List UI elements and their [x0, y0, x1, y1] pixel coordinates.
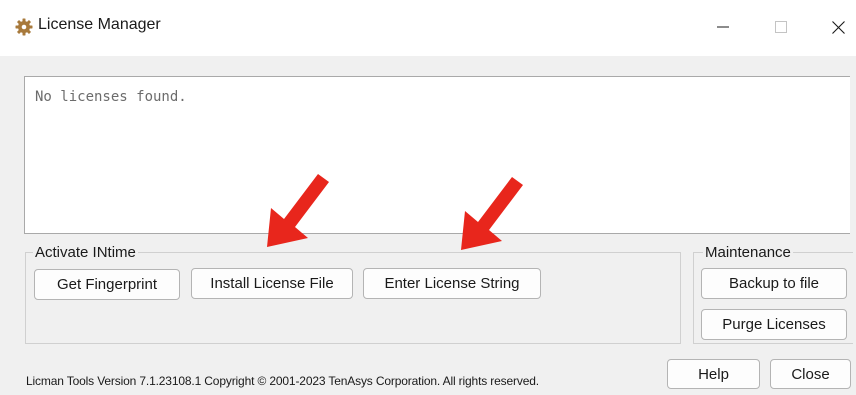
close-window-button[interactable]: [815, 10, 856, 44]
gear-icon: [15, 18, 33, 36]
annotation-arrow-icon: [262, 169, 332, 254]
help-button[interactable]: Help: [667, 359, 760, 389]
close-button[interactable]: Close: [770, 359, 851, 389]
close-icon: [831, 20, 845, 34]
license-list[interactable]: No licenses found.: [24, 76, 850, 234]
title-bar[interactable]: License Manager: [0, 0, 856, 56]
maximize-icon: [775, 21, 787, 33]
version-copyright-text: Licman Tools Version 7.1.23108.1 Copyrig…: [26, 374, 539, 388]
license-list-text: No licenses found.: [35, 89, 187, 105]
enter-license-string-button[interactable]: Enter License String: [363, 268, 541, 299]
backup-to-file-button[interactable]: Backup to file: [701, 268, 847, 299]
window-title: License Manager: [38, 16, 161, 33]
annotation-arrow-icon: [456, 172, 526, 257]
maintenance-group-label: Maintenance: [703, 244, 793, 261]
install-license-file-button[interactable]: Install License File: [191, 268, 353, 299]
purge-licenses-button[interactable]: Purge Licenses: [701, 309, 847, 340]
minimize-icon: [717, 21, 729, 33]
get-fingerprint-button[interactable]: Get Fingerprint: [34, 269, 180, 300]
activate-group-label: Activate INtime: [33, 244, 138, 261]
maximize-button[interactable]: [758, 10, 804, 44]
minimize-button[interactable]: [700, 10, 746, 44]
